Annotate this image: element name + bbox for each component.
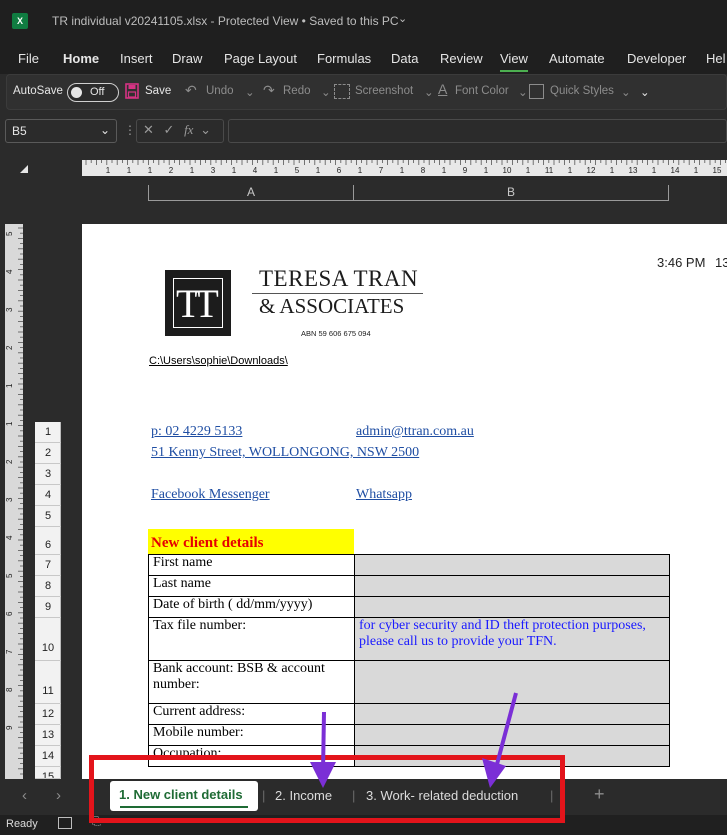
annotation-arrows (310, 692, 518, 788)
arrow-icon (482, 692, 518, 788)
arrow-icon (310, 711, 336, 788)
